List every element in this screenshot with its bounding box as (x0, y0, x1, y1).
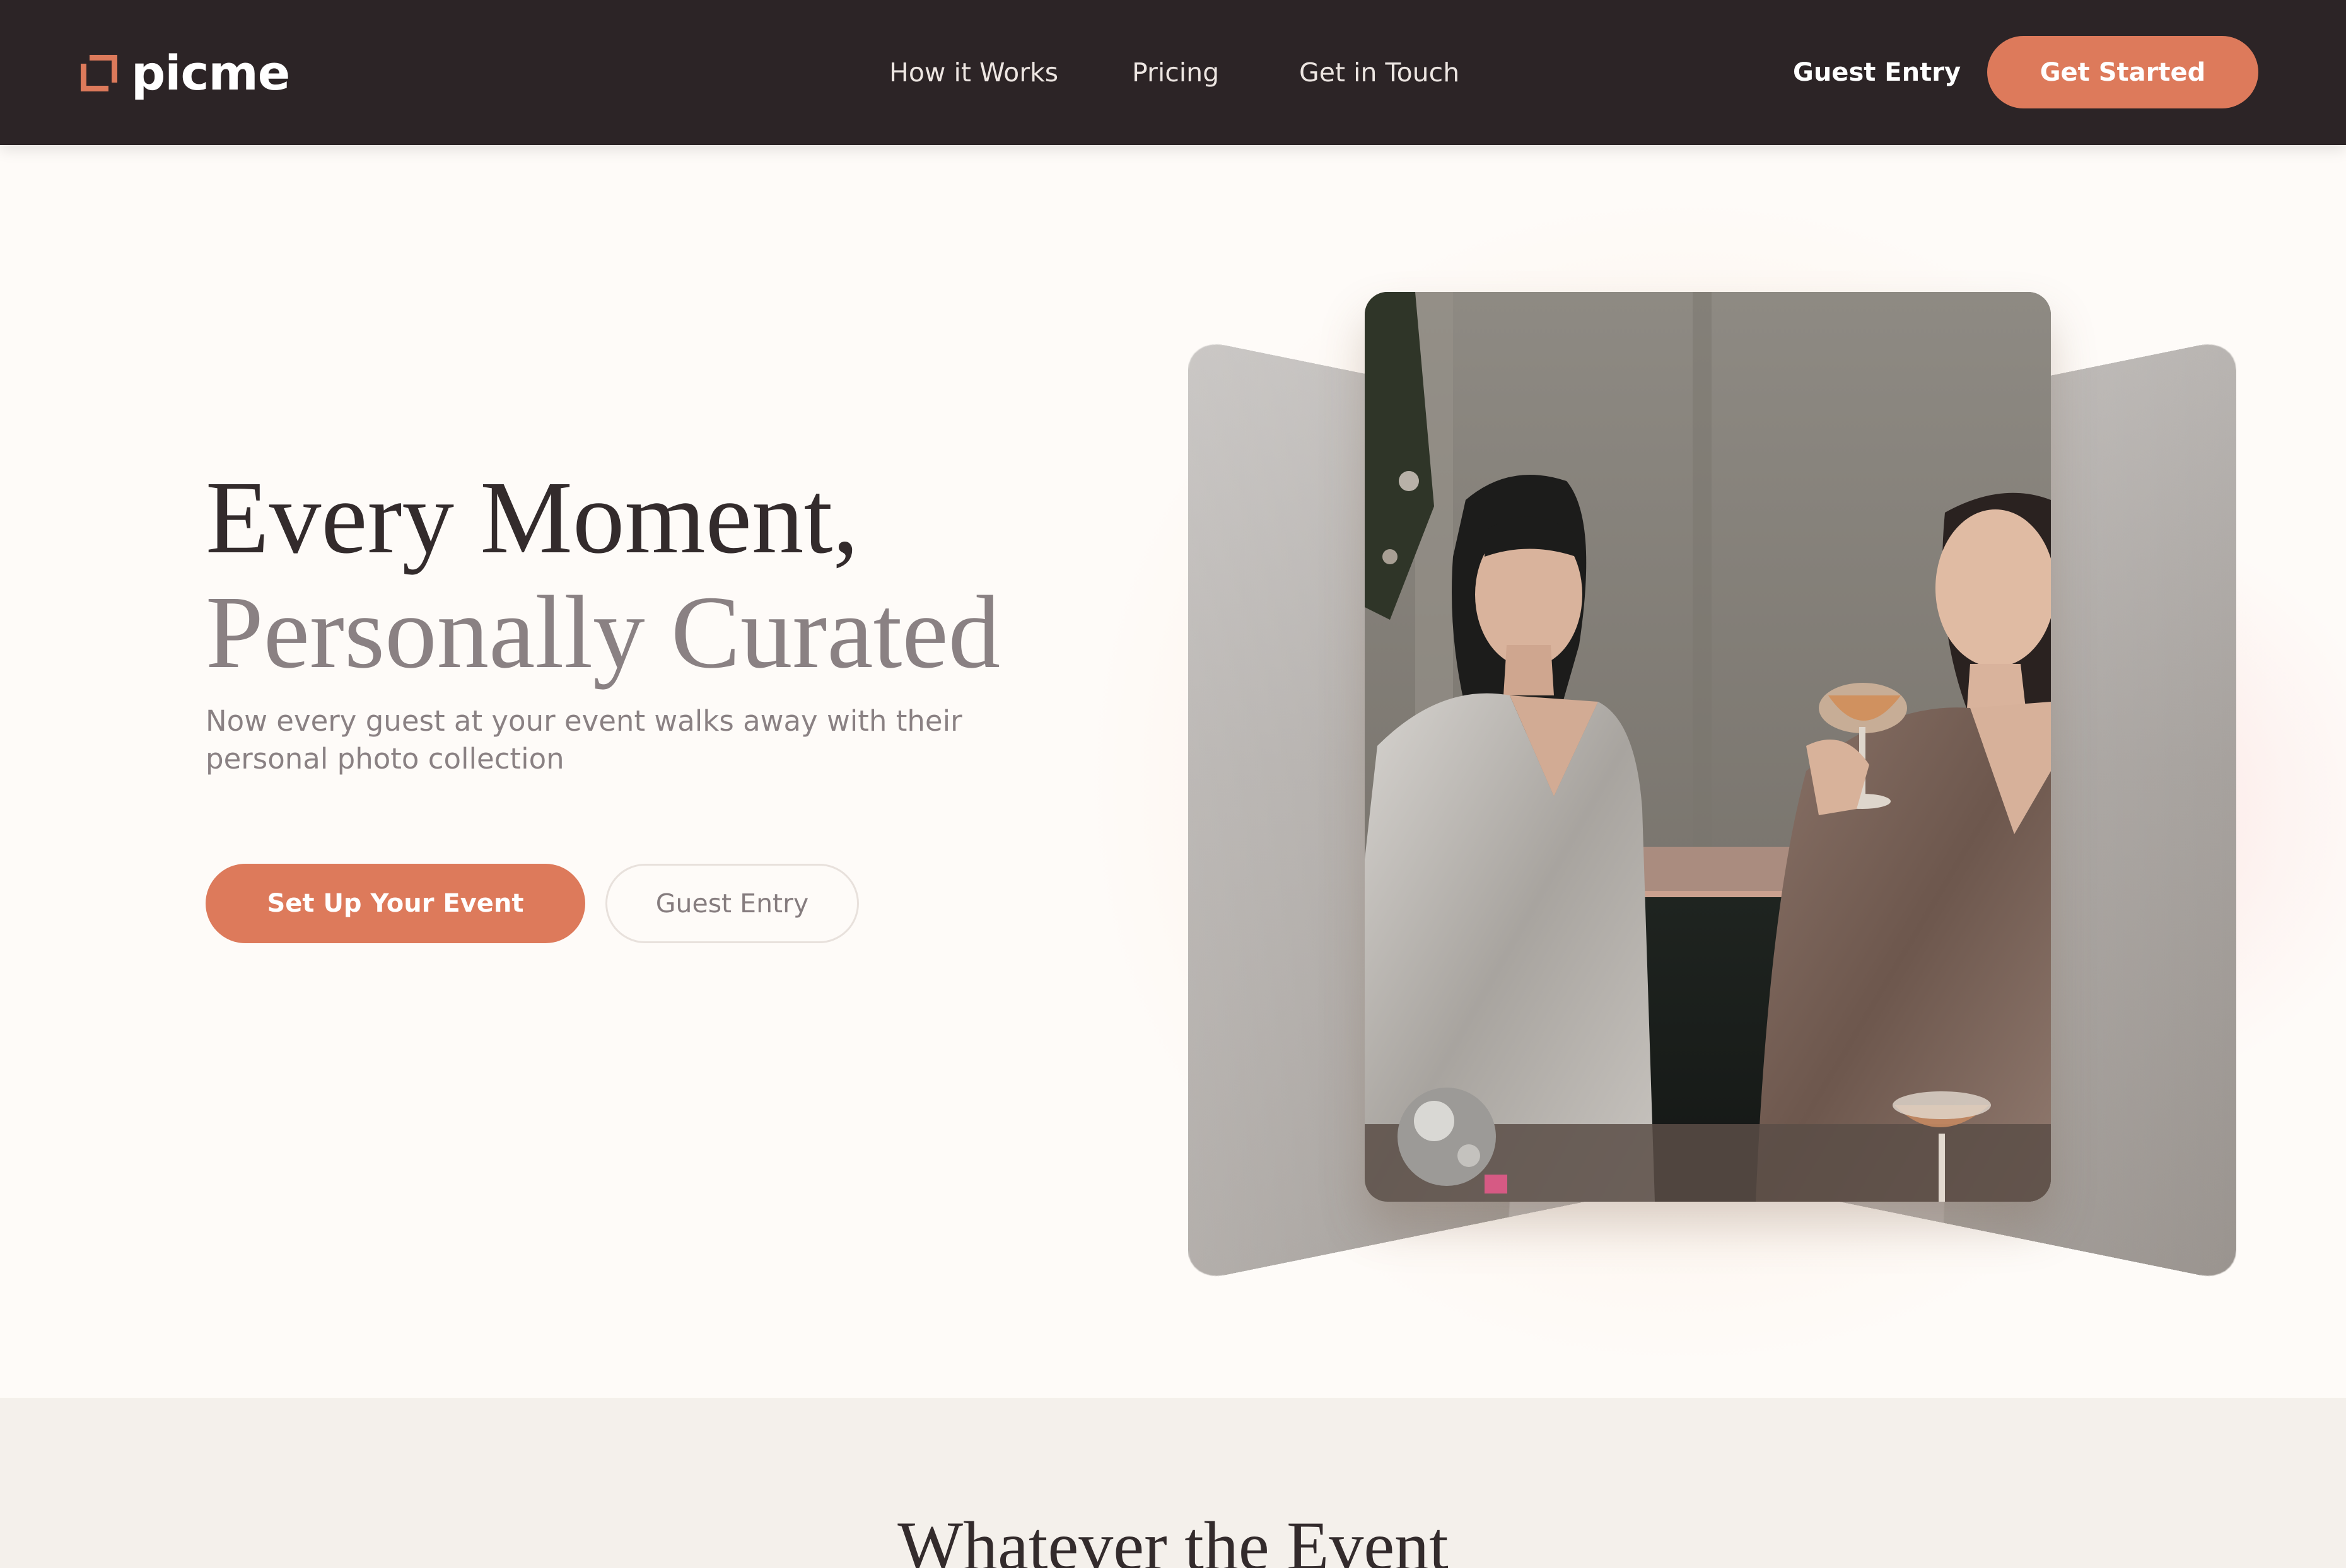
brand-name: picme (131, 45, 290, 101)
brand-logo[interactable]: picme (81, 45, 290, 101)
top-navigation-bar: picme How it Works Pricing Get in Touch … (0, 0, 2346, 145)
nav-link-get-in-touch[interactable]: Get in Touch (1299, 53, 1459, 92)
nav-link-pricing[interactable]: Pricing (1132, 53, 1219, 92)
get-started-button[interactable]: Get Started (1987, 36, 2258, 108)
nav-guest-entry-link[interactable]: Guest Entry (1793, 53, 1961, 92)
guest-entry-button[interactable]: Guest Entry (605, 864, 859, 943)
section-heading: Whatever the Event (897, 1507, 1449, 1568)
hero-section: Every Moment, Personally Curated Now eve… (0, 145, 2346, 1398)
hero-party-photo (1365, 292, 2051, 1202)
hero-subtitle: Now every guest at your event walks away… (206, 704, 962, 775)
event-types-section: Whatever the Event (0, 1398, 2346, 1568)
hero-title-line-2: Personally Curated (206, 574, 1001, 690)
picme-logo-icon (81, 55, 117, 91)
nav-link-how-it-works[interactable]: How it Works (889, 53, 1058, 92)
set-up-event-button[interactable]: Set Up Your Event (206, 864, 585, 943)
hero-title-line-1: Every Moment, (206, 460, 859, 575)
